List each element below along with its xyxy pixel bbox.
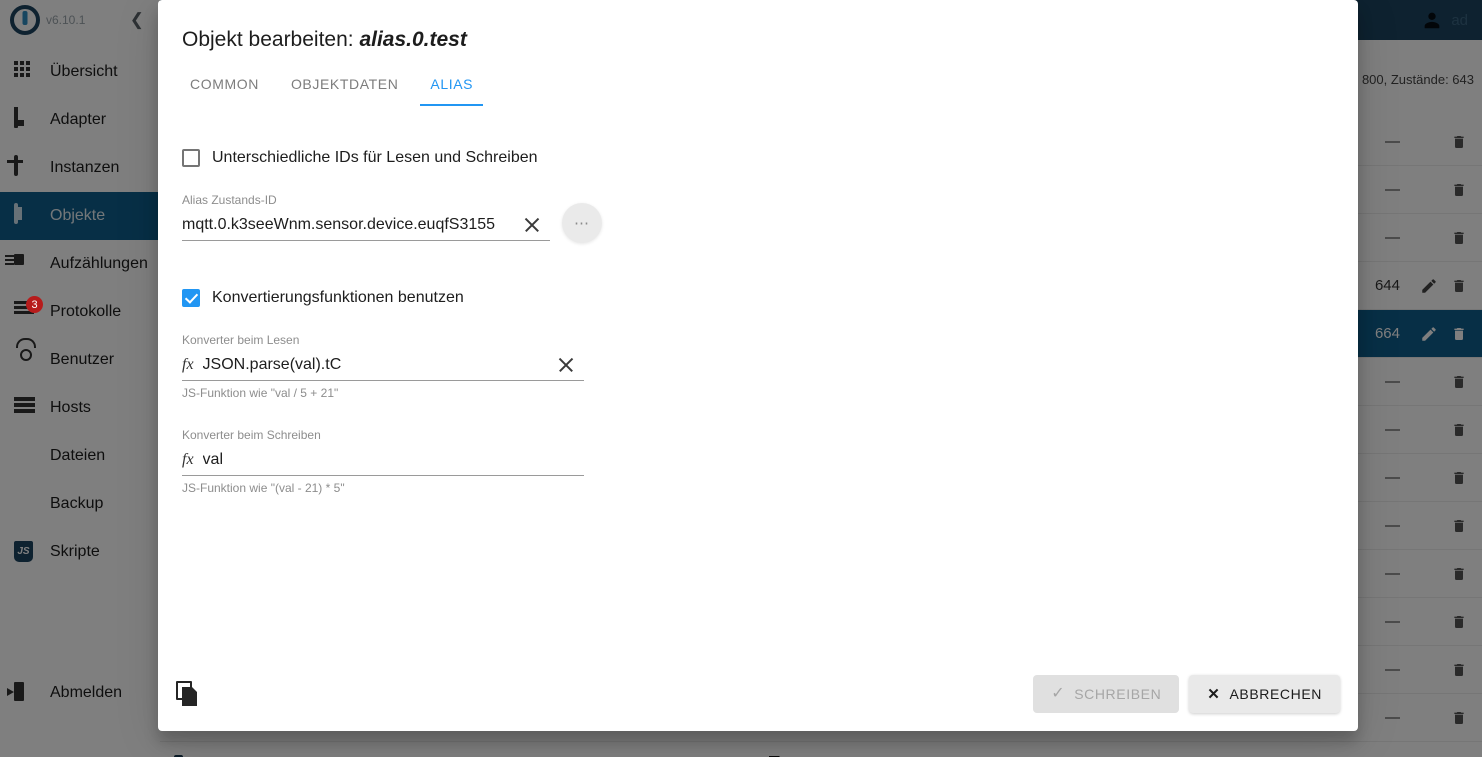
sidebar-badge: 3 bbox=[26, 296, 43, 313]
copy-icon[interactable] bbox=[176, 681, 202, 707]
dialog-footer: ✓ SCHREIBEN ✕ ABBRECHEN bbox=[158, 657, 1358, 731]
ellipsis-icon[interactable]: ⋯ bbox=[562, 203, 602, 243]
close-icon: ✕ bbox=[1207, 685, 1221, 703]
tab-common[interactable]: COMMON bbox=[174, 62, 275, 106]
write-converter-input[interactable]: fx val bbox=[182, 445, 584, 476]
dialog-title-object: alias.0.test bbox=[359, 28, 467, 51]
different-ids-checkbox[interactable] bbox=[182, 149, 200, 167]
dialog-body: Unterschiedliche IDs für Lesen und Schre… bbox=[158, 107, 1358, 657]
cancel-button-label: ABBRECHEN bbox=[1229, 686, 1322, 702]
write-converter-field: Konverter beim Schreiben fx val JS-Funkt… bbox=[182, 428, 584, 495]
dialog-tabs: COMMON OBJEKTDATEN ALIAS bbox=[158, 62, 1358, 107]
read-converter-helper: JS-Funktion wie "val / 5 + 21" bbox=[182, 386, 339, 400]
use-converters-label: Konvertierungsfunktionen benutzen bbox=[212, 289, 464, 306]
read-converter-input[interactable]: fx JSON.parse(val).tC bbox=[182, 350, 584, 381]
write-converter-value: val bbox=[202, 451, 223, 468]
alias-state-id-label: Alias Zustands-ID bbox=[182, 193, 277, 207]
different-ids-label: Unterschiedliche IDs für Lesen und Schre… bbox=[212, 149, 538, 166]
fx-icon: fx bbox=[182, 356, 194, 373]
read-converter-value: JSON.parse(val).tC bbox=[202, 356, 342, 373]
read-converter-field: Konverter beim Lesen fx JSON.parse(val).… bbox=[182, 333, 584, 400]
check-icon: ✓ bbox=[1051, 685, 1066, 702]
read-converter-label: Konverter beim Lesen bbox=[182, 333, 300, 347]
dialog-title-prefix: Objekt bearbeiten: bbox=[182, 28, 360, 51]
tab-alias[interactable]: ALIAS bbox=[414, 62, 489, 106]
clear-x-icon[interactable] bbox=[520, 213, 544, 237]
cancel-button[interactable]: ✕ ABBRECHEN bbox=[1189, 675, 1340, 713]
dialog-title: Objekt bearbeiten: alias.0.test bbox=[158, 0, 1358, 62]
save-button-label: SCHREIBEN bbox=[1074, 686, 1162, 702]
write-converter-label: Konverter beim Schreiben bbox=[182, 428, 321, 442]
tab-objektdaten[interactable]: OBJEKTDATEN bbox=[275, 62, 414, 106]
fx-icon: fx bbox=[182, 451, 194, 468]
alias-state-id-input[interactable]: mqtt.0.k3seeWnm.sensor.device.euqfS3155 bbox=[182, 210, 550, 241]
edit-object-dialog: Objekt bearbeiten: alias.0.test COMMON OB… bbox=[158, 0, 1358, 731]
different-ids-row[interactable]: Unterschiedliche IDs für Lesen und Schre… bbox=[182, 149, 1334, 167]
alias-state-id-value: mqtt.0.k3seeWnm.sensor.device.euqfS3155 bbox=[182, 216, 496, 233]
write-converter-helper: JS-Funktion wie "(val - 21) * 5" bbox=[182, 481, 345, 495]
app-root: kte: 800, Zustände: 643 ———644664———————… bbox=[0, 0, 1482, 757]
save-button[interactable]: ✓ SCHREIBEN bbox=[1033, 675, 1180, 713]
use-converters-checkbox[interactable] bbox=[182, 289, 200, 307]
clear-x-icon[interactable] bbox=[554, 353, 578, 377]
use-converters-row[interactable]: Konvertierungsfunktionen benutzen bbox=[182, 289, 1334, 307]
alias-state-id-field: Alias Zustands-ID mqtt.0.k3seeWnm.sensor… bbox=[182, 193, 550, 241]
alias-state-id-row: Alias Zustands-ID mqtt.0.k3seeWnm.sensor… bbox=[182, 193, 1334, 247]
